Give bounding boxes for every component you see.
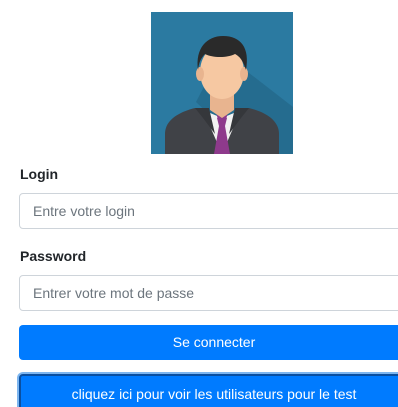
login-submit-button[interactable]: Se connecter <box>19 325 398 360</box>
test-users-button[interactable]: cliquez ici pour voir les utilisateurs p… <box>19 374 398 407</box>
login-input[interactable] <box>19 193 398 229</box>
user-avatar-icon <box>151 12 293 154</box>
password-input[interactable] <box>19 275 398 311</box>
password-label: Password <box>20 248 87 264</box>
login-page: Login Password Se connecter cliquez ici … <box>0 0 398 407</box>
login-label: Login <box>20 166 59 182</box>
